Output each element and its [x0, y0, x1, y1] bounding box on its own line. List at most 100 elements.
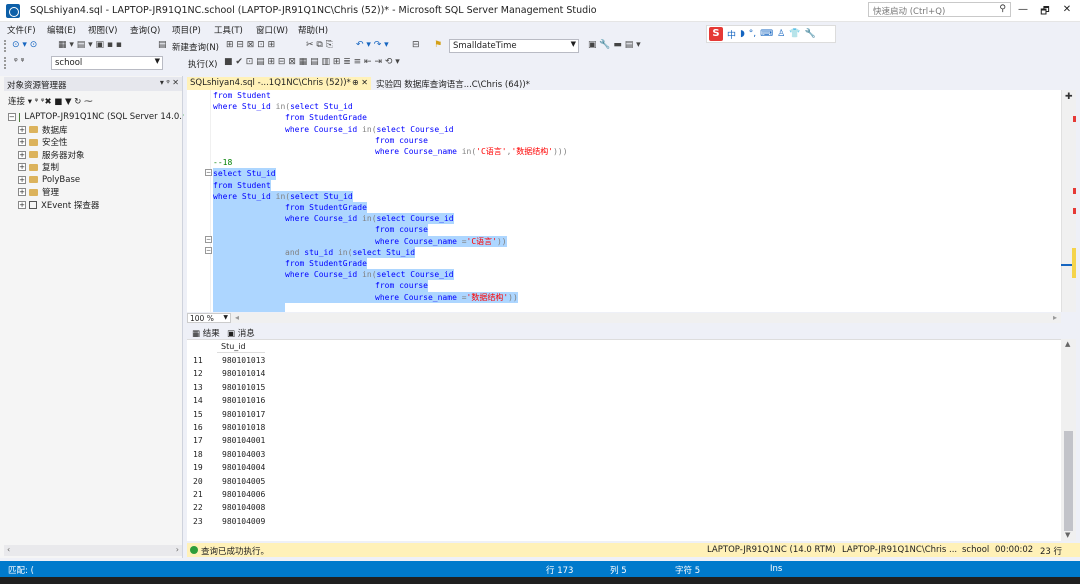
new-query-icon[interactable]: ▤ [158, 40, 167, 50]
table-row[interactable]: 16 980101018 [187, 421, 277, 435]
tab-sqlshiyan4[interactable]: SQLshiyan4.sql -...1Q1NC\Chris (52))* ⊕ … [187, 77, 371, 90]
connect-icons[interactable]: ᵠ ᵠ [14, 57, 24, 67]
code-line[interactable]: from course [213, 135, 428, 146]
scroll-thumb[interactable] [1064, 431, 1073, 531]
query-type-icons[interactable]: ⊞ ⊟ ⊠ ⊡ ⊞ [226, 40, 275, 50]
code-line[interactable]: where Course_id in(select Course_id [213, 124, 454, 135]
row-number[interactable]: 16 [193, 423, 203, 432]
menu-tools[interactable]: 工具(T) [214, 24, 243, 36]
row-number[interactable]: 21 [193, 490, 203, 499]
row-number[interactable]: 22 [193, 503, 203, 512]
scroll-up-icon[interactable]: ▲ [1065, 340, 1070, 348]
execute-button[interactable]: 执行(X) [188, 58, 217, 70]
collapse-icon[interactable]: − [8, 113, 16, 122]
zoom-combo[interactable]: 100 % ▼ [187, 313, 231, 323]
row-number[interactable]: 19 [193, 463, 203, 472]
cell-stu-id[interactable]: 980104006 [222, 490, 265, 499]
tree-item-polybase[interactable]: + PolyBase [8, 174, 182, 187]
fold-collapse-icon[interactable]: − [205, 247, 212, 254]
menu-project[interactable]: 项目(P) [172, 24, 201, 36]
tab-experiment4[interactable]: 实验四 数据库查询语言...C\Chris (64))* [373, 77, 553, 90]
cell-stu-id[interactable]: 980101014 [222, 369, 265, 378]
tab-results[interactable]: ▦ 结果 [192, 327, 220, 339]
expand-icon[interactable]: + [18, 163, 26, 172]
back-icon[interactable]: ⊙ ▾ ⊙ [12, 40, 37, 50]
table-row[interactable]: 22 980104008 [187, 501, 277, 515]
search-icon[interactable]: ⚲ [999, 4, 1006, 14]
tab-close-icon[interactable]: ⊕ ✕ [352, 78, 368, 87]
table-row[interactable]: 18 980104003 [187, 448, 277, 462]
code-line[interactable]: select Stu_id [213, 168, 276, 180]
undo-icon[interactable]: ↶ ▾ ↷ ▾ [356, 40, 389, 50]
results-vscrollbar[interactable]: ▲ ▼ [1061, 339, 1076, 541]
code-line[interactable]: where Stu_id in(select Stu_id [213, 190, 353, 202]
results-grid[interactable]: Stu_id 11 980101013 12 980101014 13 980101015… [187, 339, 1062, 541]
scroll-left-icon[interactable]: ◂ [235, 313, 239, 322]
expand-icon[interactable]: + [18, 138, 26, 147]
cell-stu-id[interactable]: 980101017 [222, 410, 265, 419]
code-line[interactable]: from StudentGrade [213, 202, 367, 214]
expand-icon[interactable]: + [18, 188, 26, 197]
menu-help[interactable]: 帮助(H) [298, 24, 328, 36]
cell-stu-id[interactable]: 980101018 [222, 423, 265, 432]
stop-icon[interactable]: ■ ✔ ⊡ ▤ ⊞ ⊟ ⊠ ▦ ▤ ▥ ⊞ ≣ ≡ ⇤ ⇥ ⟲ ▾ [224, 57, 400, 67]
code-line[interactable]: where Course_id in(select Course_id [213, 213, 454, 225]
toolbar-grip[interactable] [4, 40, 7, 52]
table-row[interactable]: 13 980101015 [187, 381, 277, 395]
row-number[interactable]: 15 [193, 410, 203, 419]
code-line[interactable]: where Stu_id in(select Stu_id [213, 101, 353, 112]
table-row[interactable]: 14 980101016 [187, 394, 277, 408]
object-explorer-hscrollbar[interactable]: ‹ › [4, 545, 182, 556]
cell-stu-id[interactable]: 980101013 [222, 356, 265, 365]
tree-item-security[interactable]: + 安全性 [8, 136, 182, 149]
cell-stu-id[interactable]: 980104009 [222, 517, 265, 526]
properties-icons[interactable]: ▣ 🔧 ▬ ▤ ▾ [588, 40, 641, 50]
table-row[interactable]: 11 980101013 [187, 354, 277, 368]
fold-collapse-icon[interactable]: − [205, 169, 212, 176]
fold-collapse-icon[interactable]: − [205, 236, 212, 243]
code-line[interactable]: where Course_id in(select Course_id [213, 269, 454, 281]
row-number[interactable]: 11 [193, 356, 203, 365]
cut-icon[interactable]: ✂ ⧉ ⎘ [306, 40, 333, 50]
sql-editor[interactable]: from Student where Stu_id in(select Stu_i… [187, 90, 1061, 312]
data-type-combo[interactable]: SmalldateTime ▼ [449, 39, 579, 53]
tree-item-databases[interactable]: + 数据库 [8, 124, 182, 137]
chevron-down-icon[interactable]: ▼ [223, 314, 228, 321]
solution-config-icon[interactable]: ⊟ [412, 40, 420, 50]
menu-edit[interactable]: 编辑(E) [47, 24, 76, 36]
quick-launch-input[interactable]: 快速启动 (Ctrl+Q) ⚲ [868, 2, 1011, 17]
tree-item-server[interactable]: − LAPTOP-JR91Q1NC (SQL Server 14.0. [8, 111, 182, 124]
code-line[interactable]: from course [213, 280, 428, 292]
tree-item-server-objects[interactable]: + 服务器对象 [8, 149, 182, 162]
row-number[interactable]: 17 [193, 436, 203, 445]
close-button[interactable]: ✕ [1058, 4, 1076, 18]
chevron-down-icon[interactable]: ▼ [571, 40, 576, 48]
tab-messages[interactable]: ▣ 消息 [227, 327, 255, 339]
table-row[interactable]: 12 980101014 [187, 367, 277, 381]
code-line[interactable]: where Course_name ='C语言')) [213, 235, 507, 247]
table-row[interactable]: 21 980104006 [187, 488, 277, 502]
panel-pin-close-icons[interactable]: ▾ ᵠ ✕ [160, 78, 179, 87]
code-line[interactable]: from course [213, 224, 428, 236]
database-combo[interactable]: school ▼ [51, 56, 163, 70]
row-number[interactable]: 23 [193, 517, 203, 526]
code-line[interactable]: --18 [213, 157, 232, 168]
table-row[interactable]: 15 980101017 [187, 408, 277, 422]
table-row[interactable]: 20 980104005 [187, 475, 277, 489]
code-line[interactable]: from Student [213, 179, 271, 191]
code-line[interactable]: from Student [213, 90, 271, 101]
cell-stu-id[interactable]: 980104003 [222, 450, 265, 459]
menu-view[interactable]: 视图(V) [88, 24, 117, 36]
cell-stu-id[interactable]: 980104004 [222, 463, 265, 472]
table-row[interactable]: 19 980104004 [187, 461, 277, 475]
code-line[interactable]: and stu_id in(select Stu_id [213, 246, 416, 258]
tree-item-replication[interactable]: + 复制 [8, 161, 182, 174]
find-icon[interactable]: ⚑ [434, 40, 442, 50]
menu-file[interactable]: 文件(F) [7, 24, 36, 36]
code-line[interactable]: where Course_name ='数据结构')) [213, 291, 518, 303]
table-row[interactable]: 17 980104001 [187, 434, 277, 448]
tree-item-xevent-profiler[interactable]: + XEvent 探查器 [8, 199, 182, 212]
scroll-right-icon[interactable]: ▸ [1053, 313, 1057, 322]
expand-icon[interactable]: + [18, 125, 26, 134]
connect-button[interactable]: 连接 [8, 97, 25, 107]
